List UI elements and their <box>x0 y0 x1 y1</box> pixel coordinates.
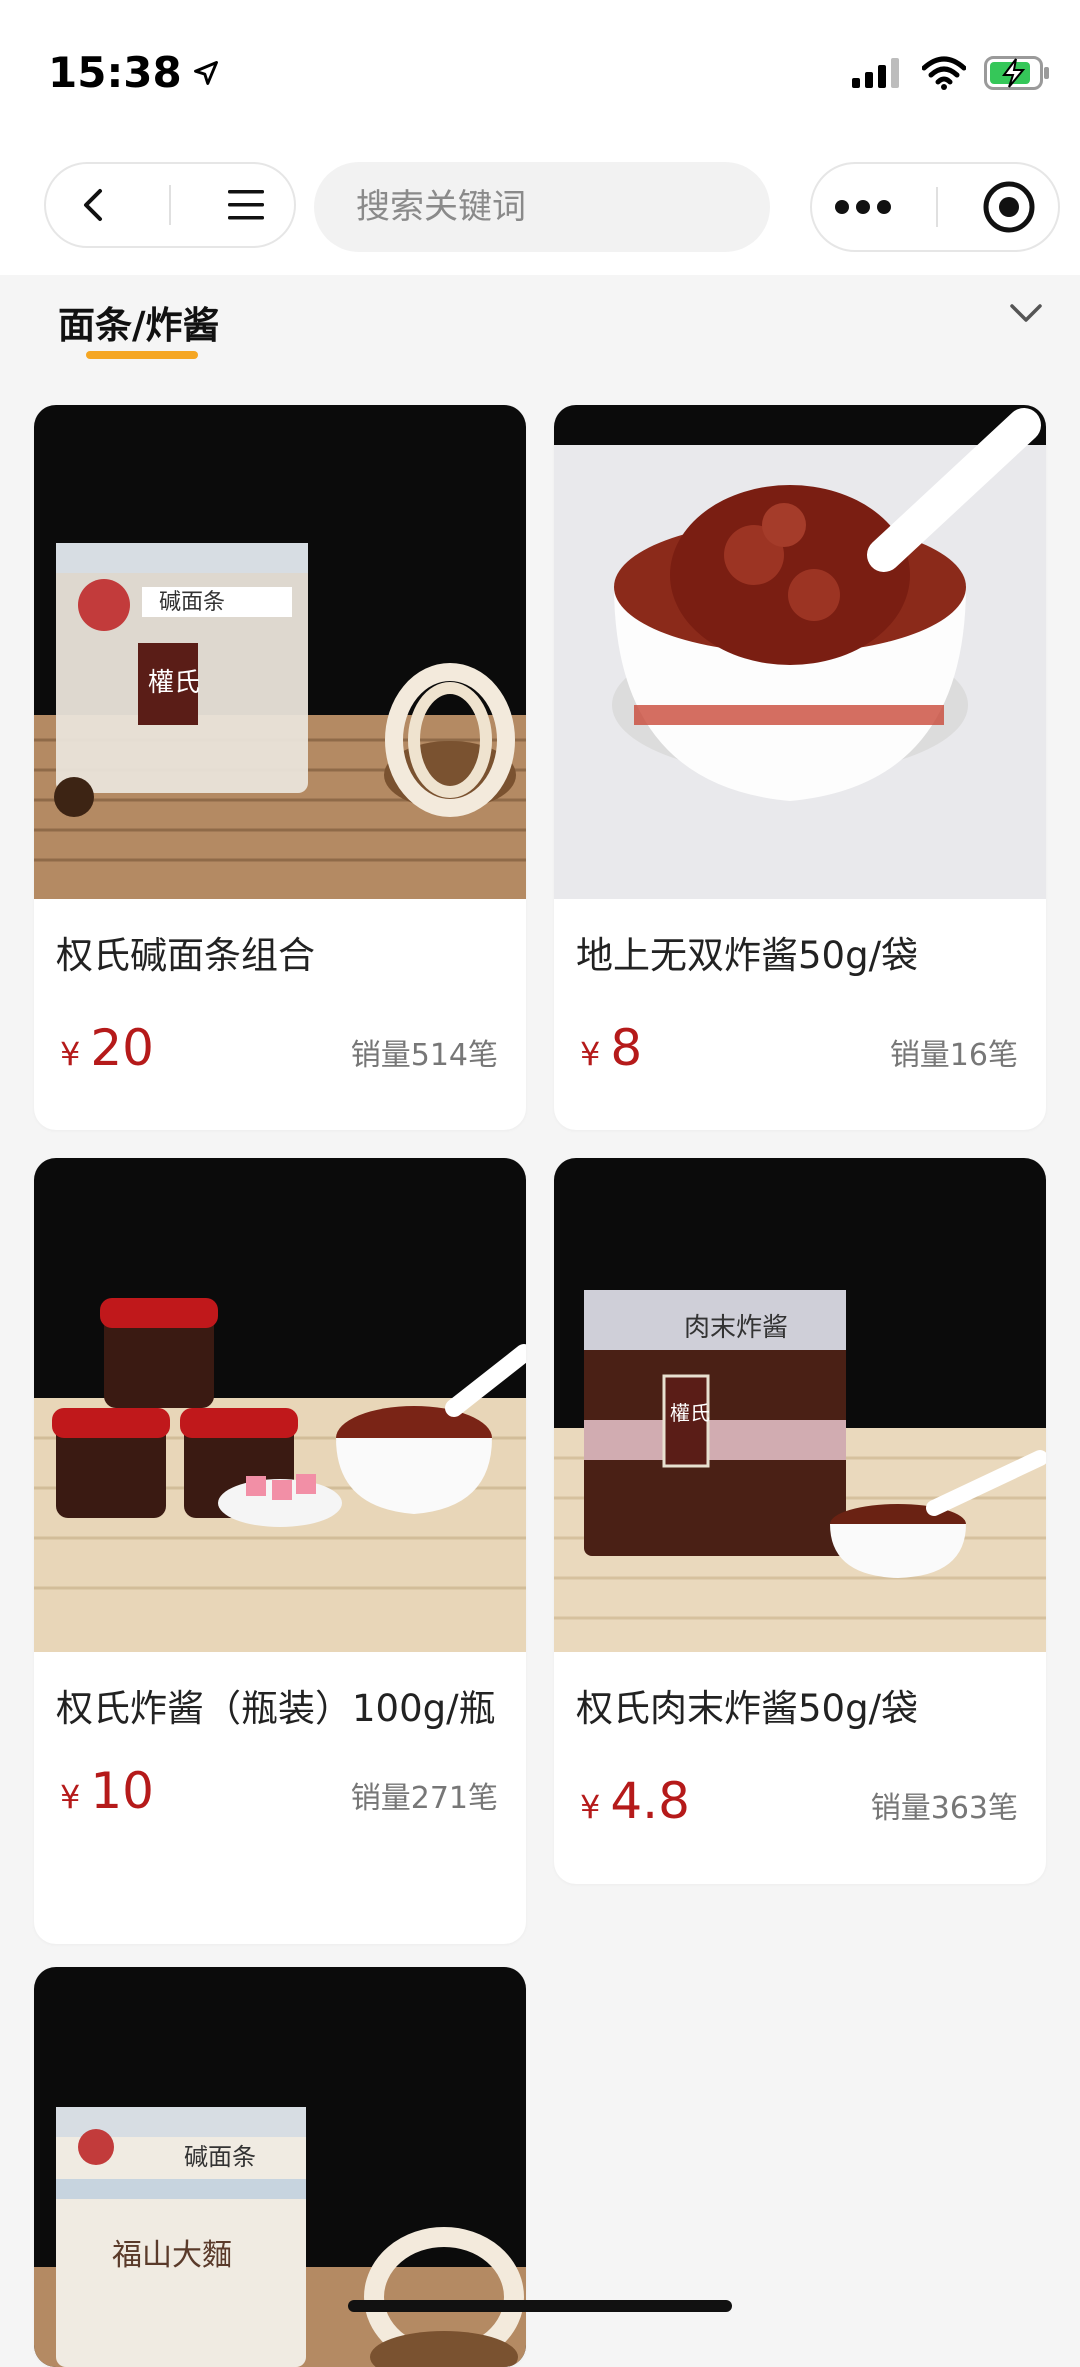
currency-symbol: ¥ <box>60 1035 81 1073</box>
status-bar: 15:38 <box>0 0 1080 150</box>
price-value: 10 <box>90 1762 154 1820</box>
product-price: ¥20 <box>60 1019 154 1077</box>
nav-right-capsule <box>810 162 1060 252</box>
product-title: 权氏肉末炸酱50g/袋 <box>576 1687 919 1730</box>
capsule-divider <box>168 185 171 225</box>
tab-noodles-sauce[interactable]: 面条/炸酱 <box>58 295 220 349</box>
product-sales: 销量271笔 <box>350 1781 498 1816</box>
price-value: 8 <box>610 1019 643 1077</box>
status-time: 15:38 <box>48 48 220 97</box>
product-sales: 销量16笔 <box>889 1038 1018 1073</box>
meat-sauce-bag-photo: 肉末炸酱 權氏 <box>554 1158 1046 1652</box>
more-icon[interactable] <box>834 199 892 215</box>
time-text: 15:38 <box>48 48 182 97</box>
product-image[interactable]: 碱面条 權氏 <box>34 405 526 899</box>
product-sales: 销量363笔 <box>870 1791 1018 1826</box>
currency-symbol: ¥ <box>60 1778 81 1816</box>
product-card[interactable]: 权氏炸酱（瓶装）100g/瓶 ¥10 销量271笔 <box>34 1158 526 1944</box>
package-label: 肉末炸酱 <box>684 1313 788 1343</box>
product-title: 权氏碱面条组合 <box>56 934 315 977</box>
nav-left-capsule <box>44 162 296 248</box>
chevron-down-icon[interactable] <box>1008 301 1044 325</box>
battery-charging-icon <box>984 56 1049 90</box>
currency-symbol: ¥ <box>580 1035 601 1073</box>
sauce-jars-photo <box>34 1158 526 1652</box>
product-footer: ¥8 销量16笔 <box>554 1019 1046 1077</box>
brand-label: 權氏 <box>148 668 200 698</box>
currency-symbol: ¥ <box>580 1788 601 1826</box>
search-input[interactable] <box>354 186 782 228</box>
product-footer: ¥10 销量271笔 <box>34 1762 526 1820</box>
brand-label: 福山大麵 <box>112 2238 232 2273</box>
product-price: ¥4.8 <box>580 1772 690 1830</box>
product-image[interactable]: 肉末炸酱 權氏 <box>554 1158 1046 1652</box>
product-card[interactable]: 肉末炸酱 權氏 权氏肉末炸酱50g/袋 ¥4.8 销量363笔 <box>554 1158 1046 1884</box>
status-icons <box>852 56 1050 90</box>
product-price: ¥8 <box>580 1019 642 1077</box>
signal-icon <box>852 58 899 88</box>
product-footer: ¥4.8 销量363笔 <box>554 1772 1046 1830</box>
product-footer: ¥20 销量514笔 <box>34 1019 526 1077</box>
search-box[interactable] <box>314 162 782 252</box>
product-sales: 销量514笔 <box>350 1038 498 1073</box>
category-tab-row: 面条/炸酱 <box>0 275 1080 375</box>
noodle-package-photo: 碱面条 權氏 <box>34 405 526 899</box>
product-card[interactable]: 地上无双炸酱50g/袋 ¥8 销量16笔 <box>554 405 1046 1130</box>
home-indicator <box>348 2300 732 2312</box>
nav-bar <box>0 150 1080 275</box>
product-title: 权氏炸酱（瓶装）100g/瓶 <box>56 1687 496 1730</box>
location-arrow-icon <box>193 60 218 85</box>
tab-active-underline <box>86 351 198 359</box>
wifi-icon <box>922 56 966 90</box>
product-image[interactable] <box>554 405 1046 899</box>
product-card[interactable]: 碱面条 權氏 权氏碱面条组合 ¥20 销量514笔 <box>34 405 526 1130</box>
product-image[interactable] <box>34 1158 526 1652</box>
price-value: 20 <box>90 1019 154 1077</box>
brand-label: 權氏 <box>670 1401 710 1425</box>
price-value: 4.8 <box>610 1772 690 1830</box>
product-price: ¥10 <box>60 1762 154 1820</box>
sauce-bowl-photo <box>554 405 1046 899</box>
product-title: 地上无双炸酱50g/袋 <box>576 934 919 977</box>
close-miniprogram-icon[interactable] <box>982 180 1036 234</box>
package-label: 碱面条 <box>159 590 225 615</box>
capsule-divider <box>936 187 938 227</box>
package-label: 碱面条 <box>184 2143 256 2171</box>
back-arrow-icon[interactable] <box>74 185 114 225</box>
menu-icon[interactable] <box>226 187 266 223</box>
